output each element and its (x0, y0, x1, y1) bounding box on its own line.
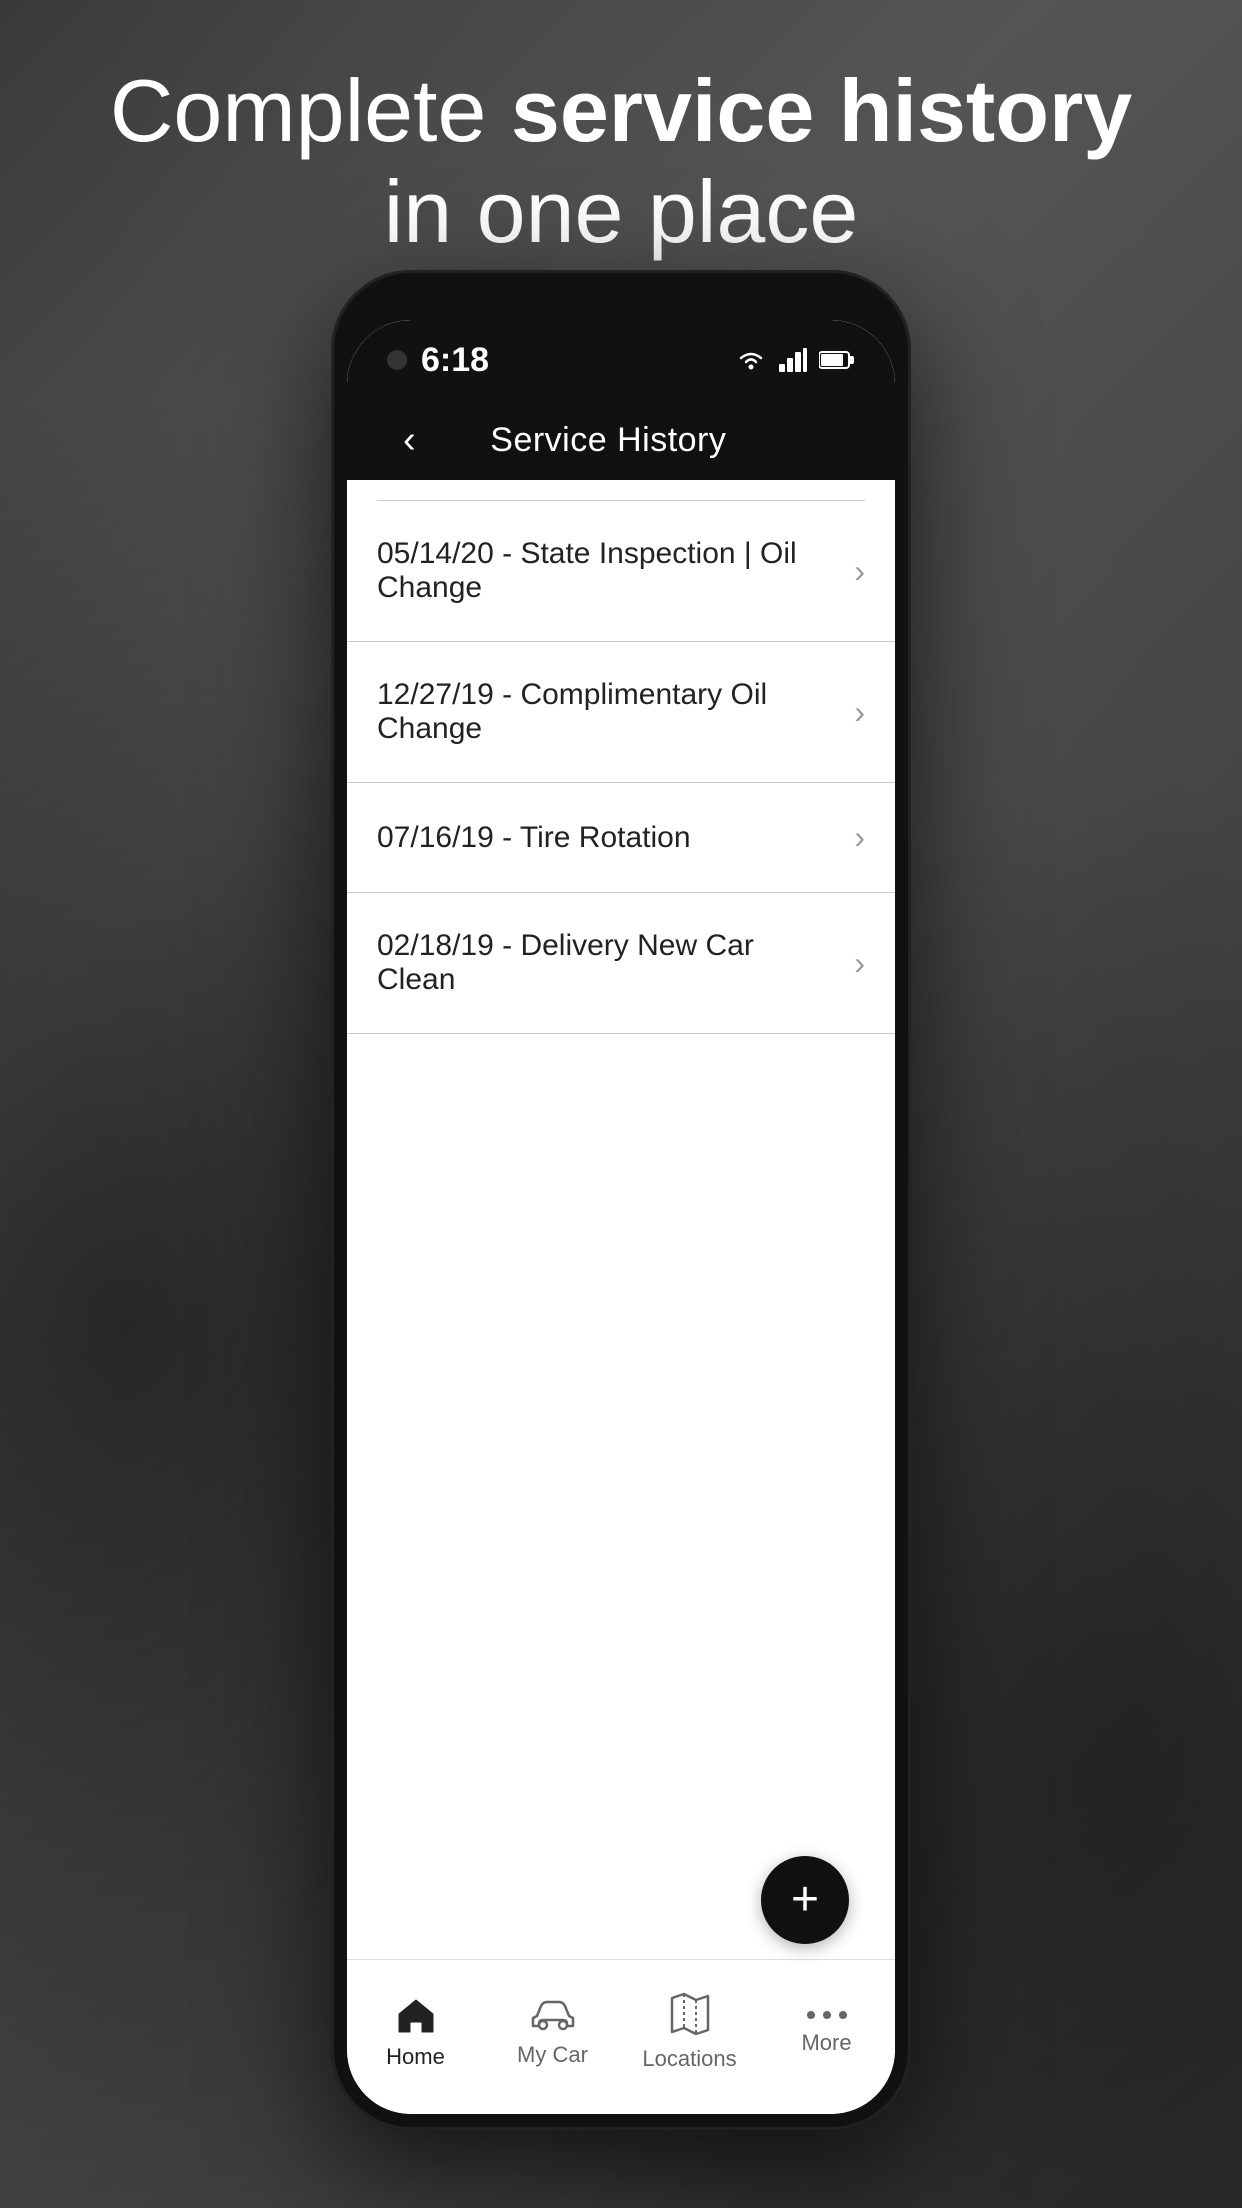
headline-part2: service history (511, 61, 1132, 160)
headline-part1: Complete (110, 61, 511, 160)
battery-icon (819, 349, 855, 371)
tab-more-label: More (801, 2030, 851, 2056)
car-icon (529, 1996, 577, 2034)
plus-icon: + (791, 1876, 819, 1924)
service-item-0[interactable]: 05/14/20 - State Inspection | Oil Change… (347, 501, 895, 642)
add-service-fab[interactable]: + (761, 1856, 849, 1944)
service-list: 05/14/20 - State Inspection | Oil Change… (347, 500, 895, 1034)
bottom-tab-bar: Home My Car Location (347, 1959, 895, 2114)
chevron-icon-0: › (854, 553, 865, 590)
back-button[interactable]: ‹ (395, 413, 424, 467)
tab-my-car[interactable]: My Car (484, 1996, 621, 2078)
navigation-bar: ‹ Service History (347, 400, 895, 480)
headline-text: Complete service history in one place (80, 60, 1162, 262)
service-item-1[interactable]: 12/27/19 - Complimentary Oil Change › (347, 642, 895, 783)
status-bar: 6:18 (347, 320, 895, 400)
signal-icon (779, 348, 807, 372)
chevron-icon-3: › (854, 945, 865, 982)
phone-screen-inner: 6:18 (347, 320, 895, 2114)
tab-home[interactable]: Home (347, 1994, 484, 2080)
tab-locations[interactable]: Locations (621, 1992, 758, 2082)
wifi-icon (735, 348, 767, 372)
tab-locations-label: Locations (642, 2046, 736, 2072)
status-icons (735, 348, 855, 372)
status-time: 6:18 (421, 341, 489, 380)
map-icon (670, 1992, 710, 2038)
page-title: Service History (490, 421, 726, 460)
service-item-label-0: 05/14/20 - State Inspection | Oil Change (377, 537, 838, 605)
main-content: 05/14/20 - State Inspection | Oil Change… (347, 480, 895, 2114)
headline-section: Complete service history in one place (0, 60, 1242, 262)
camera-dot (387, 350, 407, 370)
tab-my-car-label: My Car (517, 2042, 588, 2068)
phone-frame: 6:18 (331, 270, 911, 2130)
service-item-label-1: 12/27/19 - Complimentary Oil Change (377, 678, 838, 746)
service-item-label-3: 02/18/19 - Delivery New Car Clean (377, 929, 838, 997)
tab-more[interactable]: More (758, 2008, 895, 2066)
tab-home-label: Home (386, 2044, 445, 2070)
chevron-icon-1: › (854, 694, 865, 731)
service-item-2[interactable]: 07/16/19 - Tire Rotation › (347, 783, 895, 893)
headline-part3: in one place (384, 162, 859, 261)
phone-screen: 6:18 (347, 320, 895, 2114)
service-item-3[interactable]: 02/18/19 - Delivery New Car Clean › (347, 893, 895, 1034)
chevron-icon-2: › (854, 819, 865, 856)
more-icon (805, 2008, 849, 2022)
service-item-label-2: 07/16/19 - Tire Rotation (377, 821, 838, 855)
home-icon (395, 1994, 437, 2036)
